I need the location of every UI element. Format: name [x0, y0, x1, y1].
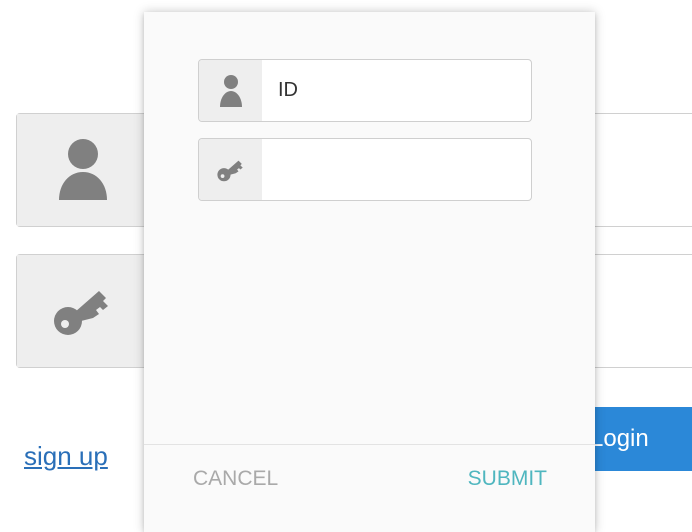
modal-id-field[interactable]: [198, 59, 532, 122]
modal-password-icon-box: [199, 139, 262, 200]
submit-button[interactable]: SUBMIT: [468, 467, 547, 491]
background-password-icon-box: [17, 255, 150, 367]
key-icon: [216, 160, 243, 181]
background-username-icon-box: [17, 114, 150, 226]
password-input[interactable]: [262, 139, 531, 200]
login-modal: CANCEL SUBMIT: [144, 12, 595, 532]
key-icon: [54, 291, 108, 335]
cancel-button[interactable]: CANCEL: [193, 467, 278, 491]
modal-id-icon-box: [199, 60, 262, 121]
modal-password-field[interactable]: [198, 138, 532, 201]
sign-up-link[interactable]: sign up: [24, 441, 108, 472]
modal-footer-divider: [144, 444, 595, 445]
id-input[interactable]: [262, 60, 531, 121]
user-icon: [219, 74, 242, 107]
user-icon: [59, 139, 107, 200]
